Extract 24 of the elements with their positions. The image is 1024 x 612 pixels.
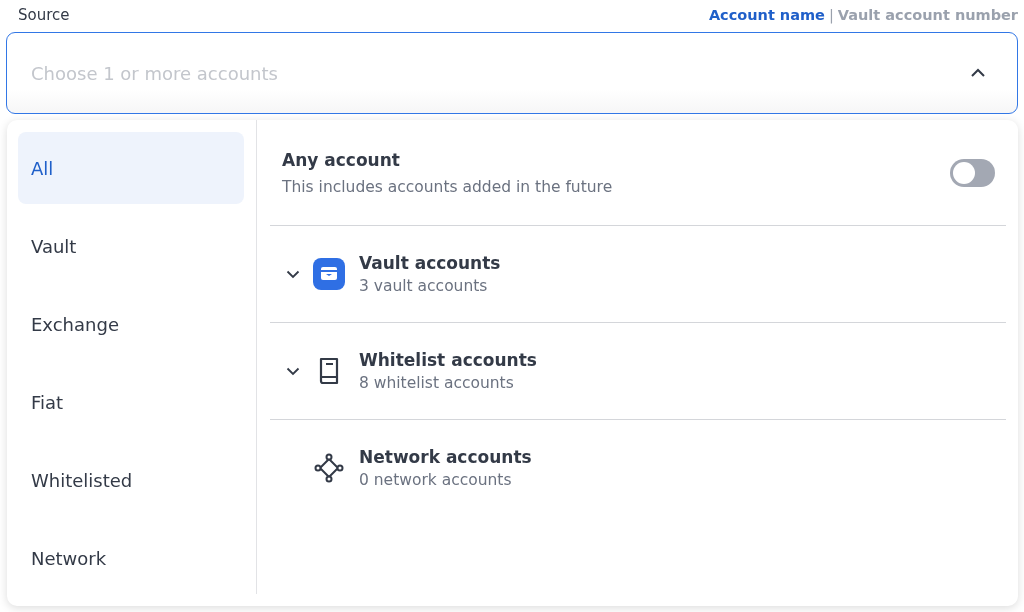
category-item[interactable]: Fiat bbox=[18, 366, 244, 438]
network-nodes-icon bbox=[313, 452, 345, 484]
caret-up-icon[interactable] bbox=[970, 68, 986, 78]
chevron-down-icon[interactable] bbox=[286, 269, 300, 279]
separator: | bbox=[828, 7, 834, 23]
group-count: 8 whitelist accounts bbox=[359, 374, 515, 392]
toggle-switch[interactable] bbox=[950, 158, 995, 187]
category-item[interactable]: Exchange bbox=[18, 288, 244, 360]
chevron-down-icon[interactable] bbox=[286, 366, 300, 376]
group-count: 0 network accounts bbox=[359, 471, 513, 489]
field-label: Source bbox=[18, 6, 70, 24]
wallet-icon bbox=[313, 258, 345, 290]
group-title: Network accounts bbox=[359, 447, 532, 467]
category-item[interactable]: Vault bbox=[18, 210, 244, 282]
account-select-field[interactable]: Choose 1 or more accounts bbox=[6, 32, 1018, 114]
group-title: Whitelist accounts bbox=[359, 350, 537, 370]
option-description: This includes accounts added in the future bbox=[282, 177, 613, 196]
display-option[interactable]: Account name bbox=[708, 7, 825, 23]
category-item[interactable]: Whitelisted bbox=[18, 444, 244, 516]
group-title: Vault accounts bbox=[359, 253, 501, 273]
category-item[interactable]: All bbox=[18, 132, 244, 204]
category-item[interactable]: Network bbox=[18, 522, 244, 594]
option-title: Any account bbox=[282, 149, 401, 170]
group-count: 3 vault accounts bbox=[359, 277, 489, 295]
